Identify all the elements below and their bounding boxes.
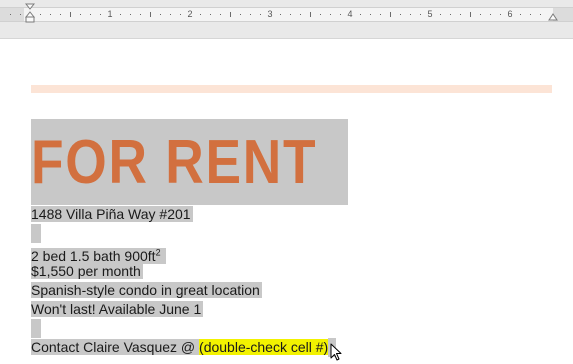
ruler-eighth-tick xyxy=(130,14,131,15)
ruler-eighth-tick xyxy=(20,14,21,15)
ruler-eighth-tick xyxy=(480,14,481,15)
ruler-eighth-tick xyxy=(490,14,491,15)
availability-text: Won't last! Available June 1 xyxy=(31,301,204,317)
ruler-number-3: 3 xyxy=(267,9,273,19)
description-text: Spanish-style condo in great location xyxy=(31,282,262,298)
ruler-eighth-tick xyxy=(540,14,541,15)
ruler-eighth-tick xyxy=(520,14,521,15)
heading-selection: FOR RENT xyxy=(31,119,348,205)
ruler-number-4: 4 xyxy=(347,9,353,19)
ruler-eighth-tick xyxy=(140,14,141,15)
right-indent-marker-icon[interactable] xyxy=(548,12,558,22)
ruler-half-inch-tick xyxy=(310,12,311,17)
ruler-eighth-tick xyxy=(120,14,121,15)
ruler-number-6: 6 xyxy=(507,9,513,19)
address-text: 1488 Villa Piña Way #201 xyxy=(31,206,193,222)
specs-superscript: 2 xyxy=(155,247,161,257)
highlighted-note[interactable]: (double-check cell #) xyxy=(199,339,329,355)
ruler-eighth-tick xyxy=(160,14,161,15)
description-line: Spanish-style condo in great location xyxy=(31,281,262,300)
ruler-eighth-tick xyxy=(60,14,61,15)
ruler-eighth-tick xyxy=(450,14,451,15)
ruler-eighth-tick xyxy=(260,14,261,15)
decorative-accent-band xyxy=(31,85,552,93)
ruler-eighth-tick xyxy=(410,14,411,15)
ruler-number-1: 1 xyxy=(107,9,113,19)
ruler-eighth-tick xyxy=(400,14,401,15)
ruler-half-inch-tick xyxy=(390,12,391,17)
ruler-eighth-tick xyxy=(300,14,301,15)
ruler-eighth-tick xyxy=(50,14,51,15)
ruler-eighth-tick xyxy=(360,14,361,15)
ruler-eighth-tick xyxy=(420,14,421,15)
ruler-eighth-tick xyxy=(170,14,171,15)
horizontal-ruler[interactable]: 1 2 3 4 5 6 xyxy=(0,0,573,39)
availability-line: Won't last! Available June 1 xyxy=(31,300,204,319)
ruler-eighth-tick xyxy=(90,14,91,15)
ruler-eighth-tick xyxy=(280,14,281,15)
ruler-eighth-tick xyxy=(290,14,291,15)
ruler-scale[interactable]: 1 2 3 4 5 6 xyxy=(0,7,573,22)
ruler-eighth-tick xyxy=(180,14,181,15)
blank-line-selected-2 xyxy=(31,319,41,338)
ruler-eighth-tick xyxy=(200,14,201,15)
ruler-eighth-tick xyxy=(10,14,11,15)
ruler-eighth-tick xyxy=(330,14,331,15)
contact-prefix: Contact Claire Vasquez @ xyxy=(31,339,200,355)
ruler-half-inch-tick xyxy=(70,12,71,17)
price-line: $1,550 per month xyxy=(31,262,143,281)
ruler-eighth-tick xyxy=(220,14,221,15)
ruler-half-inch-tick xyxy=(150,12,151,17)
ruler-eighth-tick xyxy=(250,14,251,15)
blank-line-selected xyxy=(31,224,41,243)
ruler-eighth-tick xyxy=(40,14,41,15)
ruler-eighth-tick xyxy=(340,14,341,15)
specs-line: 2 bed 1.5 bath 900ft2 xyxy=(31,243,167,264)
ruler-eighth-tick xyxy=(440,14,441,15)
ruler-eighth-tick xyxy=(80,14,81,15)
document-heading: FOR RENT xyxy=(31,128,318,197)
ruler-half-inch-tick xyxy=(470,12,471,17)
ruler-eighth-tick xyxy=(370,14,371,15)
ruler-eighth-tick xyxy=(210,14,211,15)
mouse-pointer-icon xyxy=(330,343,342,361)
document-page[interactable]: FOR RENT 1488 Villa Piña Way #201 2 bed … xyxy=(0,39,573,364)
address-line: 1488 Villa Piña Way #201 xyxy=(31,205,193,224)
ruler-eighth-tick xyxy=(530,14,531,15)
price-text: $1,550 per month xyxy=(31,263,143,279)
contact-line: Contact Claire Vasquez @ (double-check c… xyxy=(31,338,337,357)
ruler-eighth-tick xyxy=(240,14,241,15)
ruler-eighth-tick xyxy=(460,14,461,15)
ruler-eighth-tick xyxy=(500,14,501,15)
ruler-number-2: 2 xyxy=(187,9,193,19)
ruler-number-5: 5 xyxy=(427,9,433,19)
ruler-eighth-tick xyxy=(100,14,101,15)
ruler-eighth-tick xyxy=(320,14,321,15)
ruler-half-inch-tick xyxy=(230,12,231,17)
left-indent-marker-icon[interactable] xyxy=(25,3,35,23)
ruler-eighth-tick xyxy=(380,14,381,15)
